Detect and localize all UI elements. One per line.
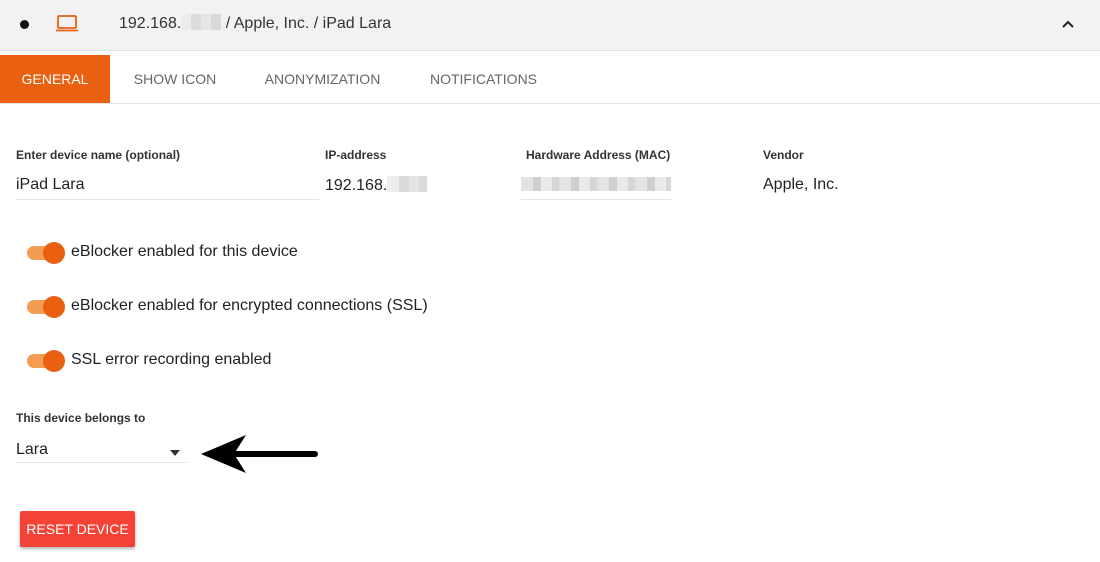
toggle-ssl-enabled[interactable] [27, 295, 65, 318]
toggle-knob [43, 296, 65, 318]
ip-address-prefix: 192.168. [325, 177, 388, 194]
caret-down-icon[interactable] [169, 449, 181, 457]
toggle-eblocker-enabled[interactable] [27, 241, 65, 264]
mac-underline [521, 199, 671, 200]
device-name-label: Enter device name (optional) [16, 148, 181, 162]
tab-notifications[interactable]: NOTIFICATIONS [405, 55, 562, 103]
vendor-label: Vendor [763, 148, 804, 162]
status-dot-icon [20, 20, 29, 29]
toggle-ssl-error-recording[interactable] [27, 349, 65, 372]
vendor-value: Apple, Inc. [763, 176, 839, 193]
toggle-knob [43, 242, 65, 264]
tab-anonymization[interactable]: ANONYMIZATION [240, 55, 405, 103]
device-name-underline [16, 199, 319, 200]
header-ip-prefix: 192.168. [119, 15, 182, 32]
redacted-ip-suffix [181, 14, 222, 30]
owner-label: This device belongs to [16, 411, 146, 425]
ip-address-value: 192.168. [325, 176, 428, 195]
mac-address-label: Hardware Address (MAC) [526, 148, 671, 162]
redacted-ip-suffix [387, 176, 428, 192]
left-arrow-icon [201, 435, 318, 473]
tab-show-icon[interactable]: SHOW ICON [110, 55, 240, 103]
chevron-up-icon[interactable] [1060, 18, 1076, 30]
laptop-icon [56, 15, 78, 32]
redacted-mac-value [521, 177, 671, 191]
reset-device-button[interactable]: RESET DEVICE [20, 511, 135, 547]
device-name-input[interactable]: iPad Lara [16, 176, 85, 194]
device-title: 192.168. / Apple, Inc. / iPad Lara [119, 14, 391, 33]
ip-address-label: IP-address [325, 148, 387, 162]
toggle-eblocker-enabled-label: eBlocker enabled for this device [71, 243, 298, 260]
owner-select-underline [16, 462, 188, 463]
header-title-rest: / Apple, Inc. / iPad Lara [225, 15, 392, 32]
tab-bar: GENERAL SHOW ICON ANONYMIZATION NOTIFICA… [0, 55, 1100, 104]
owner-select[interactable]: Lara [16, 441, 48, 459]
tab-general[interactable]: GENERAL [0, 55, 110, 103]
toggle-ssl-error-recording-label: SSL error recording enabled [71, 351, 272, 368]
toggle-ssl-enabled-label: eBlocker enabled for encrypted connectio… [71, 297, 428, 314]
toggle-knob [43, 350, 65, 372]
device-header[interactable]: 192.168. / Apple, Inc. / iPad Lara [0, 0, 1100, 51]
